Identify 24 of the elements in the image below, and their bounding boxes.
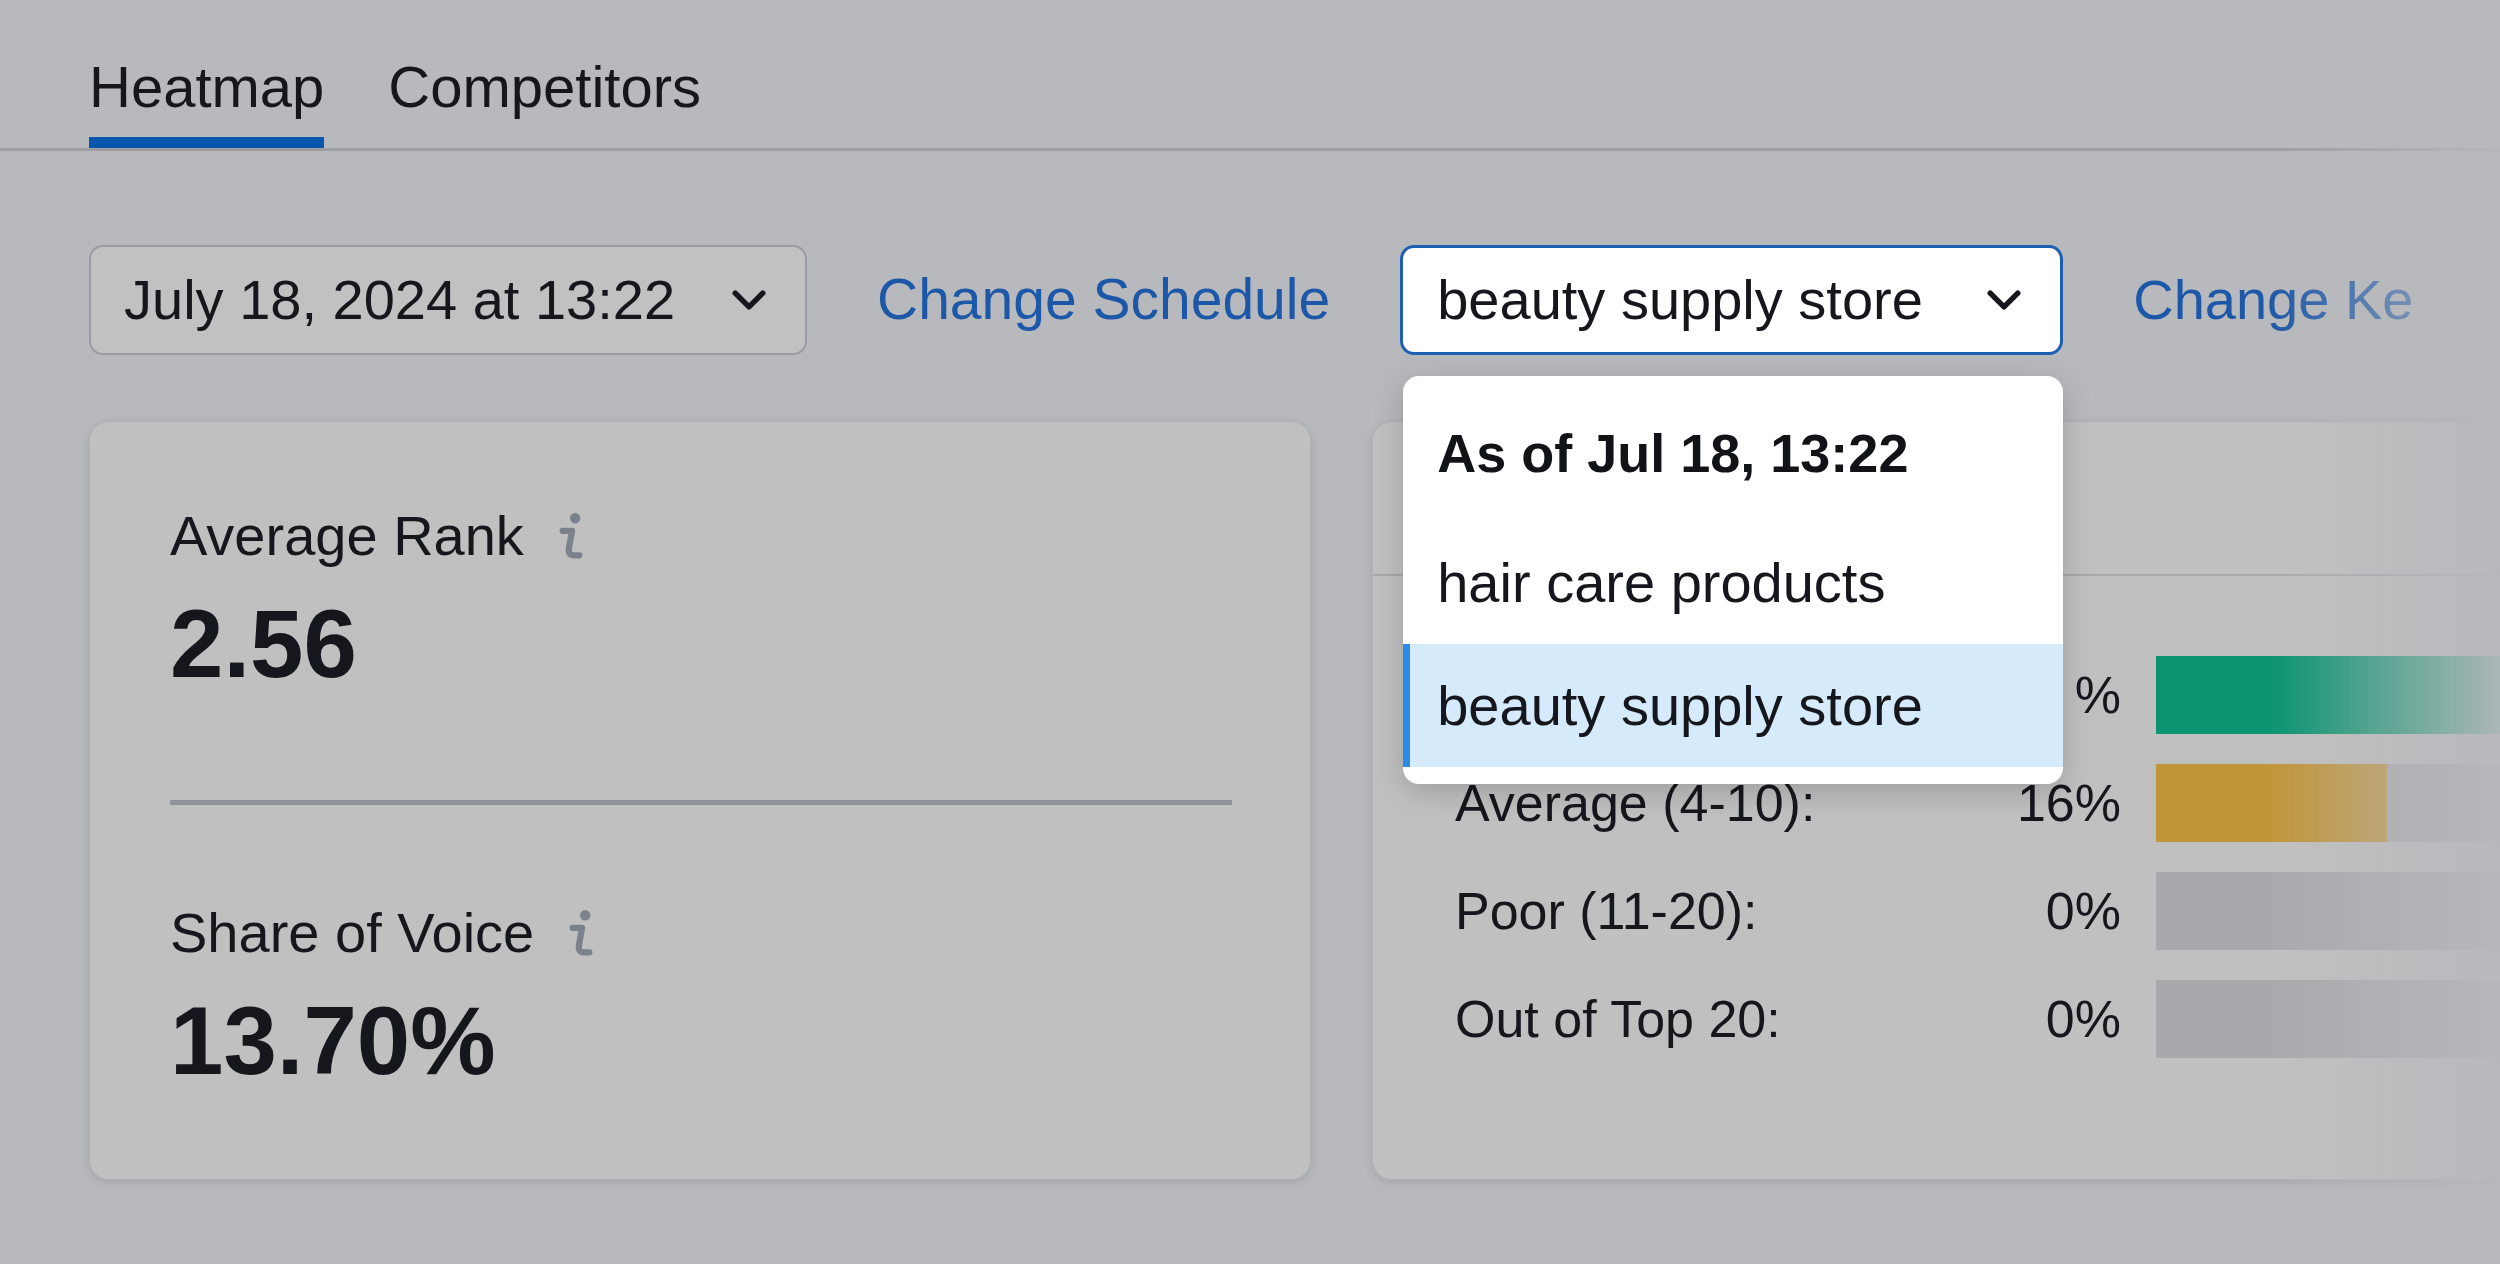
chevron-down-icon (731, 289, 767, 311)
tab[interactable]: Competitors (388, 0, 701, 148)
menu-header: As of Jul 18, 13:22 (1436, 422, 1910, 485)
rank-percent: 0% (2045, 989, 2121, 1050)
schedule-link[interactable]: Change Schedule (877, 257, 1331, 343)
rank-label: Average (4-10): (1455, 774, 1816, 832)
rank-label: Out of Top 20: (1455, 990, 1781, 1048)
rank-percent: % (2074, 665, 2121, 726)
tab[interactable]: Heatmap (89, 0, 325, 148)
rank-percent: 0% (2045, 881, 2121, 942)
metric-value: 13.70% (170, 993, 496, 1089)
metric-value: 2.56 (170, 596, 357, 692)
info-icon[interactable] (569, 910, 594, 956)
metric-label: Average Rank (170, 504, 524, 568)
date-select[interactable]: July 18, 2024 at 13:22 (89, 245, 807, 355)
info-icon[interactable] (558, 513, 583, 559)
menu-item[interactable]: beauty supply store (1403, 644, 2064, 767)
chevron-down-icon (1986, 289, 2023, 311)
rank-label: Poor (11-20): (1455, 882, 1758, 940)
metric-label: Share of Voice (170, 901, 535, 965)
rank-percent: 16% (2016, 773, 2121, 834)
keyword-link[interactable]: Change Ke (2133, 258, 2414, 342)
keyword-select[interactable]: beauty supply store (1400, 245, 2064, 355)
menu-item[interactable]: hair care products (1403, 521, 2064, 644)
